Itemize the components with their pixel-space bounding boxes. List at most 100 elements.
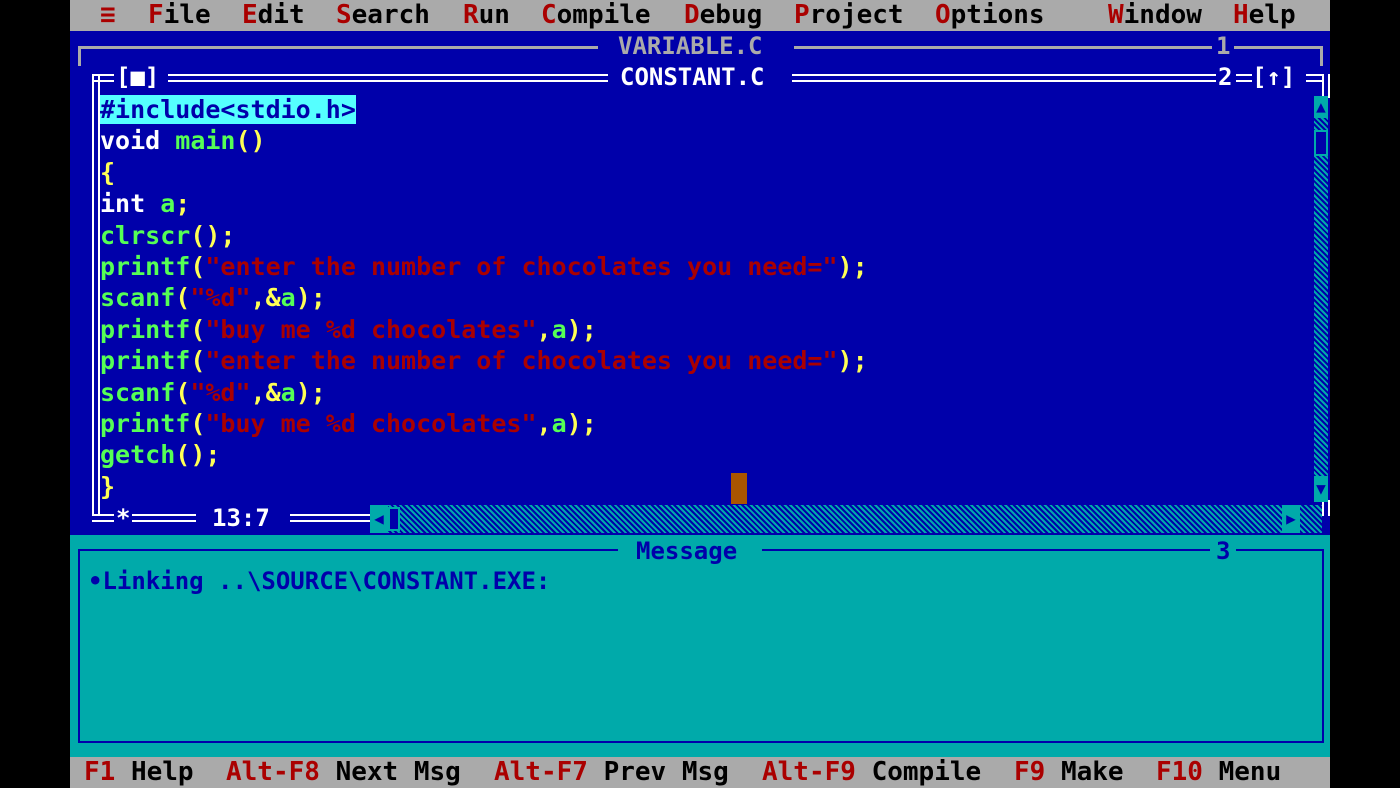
code-line[interactable]: printf("enter the number of chocolates y… [100, 345, 868, 376]
menu-options[interactable]: Options [935, 0, 1045, 31]
message-window-title[interactable]: Message [636, 537, 737, 565]
modified-indicator: * [116, 504, 131, 532]
code-token: printf [100, 409, 191, 438]
editor-frame-bottom [92, 514, 114, 522]
editor-frame-bottom [290, 514, 370, 522]
editor-frame-right [1322, 74, 1330, 98]
code-line[interactable]: void main() [100, 125, 266, 156]
menu-run[interactable]: Run [463, 0, 510, 31]
vertical-scrollbar[interactable] [1314, 96, 1328, 502]
scroll-down-arrow-icon[interactable]: ▼ [1314, 476, 1328, 502]
code-token: , [536, 315, 552, 344]
code-token: "%d" [190, 283, 251, 312]
code-token: ( [175, 378, 191, 407]
menu-window[interactable]: Window [1108, 0, 1202, 31]
code-token: void [100, 126, 176, 155]
horizontal-scrollbar[interactable] [370, 505, 1322, 533]
menu-help[interactable]: Help [1233, 0, 1296, 31]
menu-project[interactable]: Project [794, 0, 904, 31]
code-token: ( [190, 252, 206, 281]
code-token: "enter the number of chocolates you need… [205, 346, 838, 375]
menu-edit[interactable]: Edit [242, 0, 305, 31]
code-line[interactable]: } [100, 471, 115, 502]
code-token: a [280, 378, 296, 407]
status-menu[interactable]: F10 Menu [1156, 757, 1281, 788]
code-token: ); [566, 409, 597, 438]
code-line[interactable]: printf("enter the number of chocolates y… [100, 251, 868, 282]
back-window-border [794, 46, 1212, 49]
menu-file[interactable]: File [148, 0, 211, 31]
code-token: } [100, 472, 116, 501]
code-token: scanf [100, 283, 176, 312]
back-window-border [78, 46, 598, 49]
code-token: , [536, 409, 552, 438]
system-menu-icon[interactable]: ≡ [100, 0, 116, 31]
editor-window-number: 2 [1218, 63, 1233, 91]
editor-title[interactable]: CONSTANT.C [620, 63, 765, 91]
status-prev-msg[interactable]: Alt-F7 Prev Msg [494, 757, 729, 788]
code-token: (); [175, 440, 221, 469]
vertical-scroll-thumb[interactable] [1314, 130, 1328, 156]
scroll-up-arrow-icon[interactable]: ▲ [1314, 96, 1328, 118]
code-line[interactable]: #include<stdio.h> [100, 94, 356, 125]
back-window-border [1234, 46, 1320, 49]
code-token: ); [295, 283, 326, 312]
code-token: "%d" [190, 378, 251, 407]
code-line[interactable]: scanf("%d",&a); [100, 377, 326, 408]
code-token: main [175, 126, 236, 155]
code-token: ( [190, 346, 206, 375]
code-token: a [160, 189, 176, 218]
message-line[interactable]: •Linking ..\SOURCE\CONSTANT.EXE: [88, 567, 550, 595]
code-token: ); [295, 378, 326, 407]
status-compile[interactable]: Alt-F9 Compile [762, 757, 981, 788]
code-token: #include<stdio.h> [100, 95, 356, 124]
message-window-number: 3 [1216, 537, 1231, 565]
code-line[interactable]: printf("buy me %d chocolates",a); [100, 408, 597, 439]
code-line[interactable]: scanf("%d",&a); [100, 282, 326, 313]
scroll-left-arrow-icon[interactable]: ◀ [370, 505, 388, 533]
code-token: ); [837, 252, 868, 281]
status-help[interactable]: F1 Help [84, 757, 194, 788]
back-window-title[interactable]: VARIABLE.C [618, 32, 763, 60]
code-token: ( [190, 409, 206, 438]
code-line[interactable]: printf("buy me %d chocolates",a); [100, 314, 597, 345]
status-make[interactable]: F9 Make [1014, 757, 1124, 788]
menu-debug[interactable]: Debug [684, 0, 762, 31]
scroll-right-arrow-icon[interactable]: ▶ [1282, 505, 1300, 533]
editor-frame-bottom [132, 514, 196, 522]
editor-frame-right [1322, 500, 1330, 516]
message-frame-top [762, 549, 1210, 551]
code-line[interactable]: int a; [100, 188, 190, 219]
code-token: { [100, 158, 116, 187]
code-token: "enter the number of chocolates you need… [205, 252, 838, 281]
editor-frame-left [92, 74, 100, 516]
status-next-msg[interactable]: Alt-F8 Next Msg [226, 757, 461, 788]
turbo-c-ide: ≡ File Edit Search Run Compile Debug Pro… [70, 0, 1330, 788]
code-token: clrscr [100, 221, 191, 250]
menu-compile[interactable]: Compile [541, 0, 651, 31]
editor-frame-top [1236, 74, 1252, 82]
code-line[interactable]: clrscr(); [100, 220, 235, 251]
menu-bar: ≡ File Edit Search Run Compile Debug Pro… [70, 0, 1330, 31]
code-token: int [100, 189, 161, 218]
menu-search[interactable]: Search [336, 0, 430, 31]
code-token: ,& [250, 378, 281, 407]
zoom-box-icon[interactable]: [↑] [1252, 63, 1295, 91]
message-frame-top [1236, 549, 1322, 551]
horizontal-scroll-thumb[interactable] [388, 507, 400, 531]
message-window[interactable]: Message 3 •Linking ..\SOURCE\CONSTANT.EX… [70, 535, 1330, 757]
code-token: a [551, 409, 567, 438]
code-token: printf [100, 315, 191, 344]
status-bar: F1 Help Alt-F8 Next Msg Alt-F7 Prev Msg … [70, 757, 1330, 788]
code-token: getch [100, 440, 176, 469]
message-frame-top [78, 549, 618, 551]
back-window-number[interactable]: 1 [1216, 32, 1230, 60]
code-token: printf [100, 252, 191, 281]
code-line[interactable]: getch(); [100, 439, 220, 470]
code-token: ); [837, 346, 868, 375]
close-box-icon[interactable]: [■] [116, 63, 159, 91]
code-token: ); [566, 315, 597, 344]
code-line[interactable]: { [100, 157, 115, 188]
back-window-border-right [1320, 46, 1323, 66]
code-token: ; [175, 189, 191, 218]
